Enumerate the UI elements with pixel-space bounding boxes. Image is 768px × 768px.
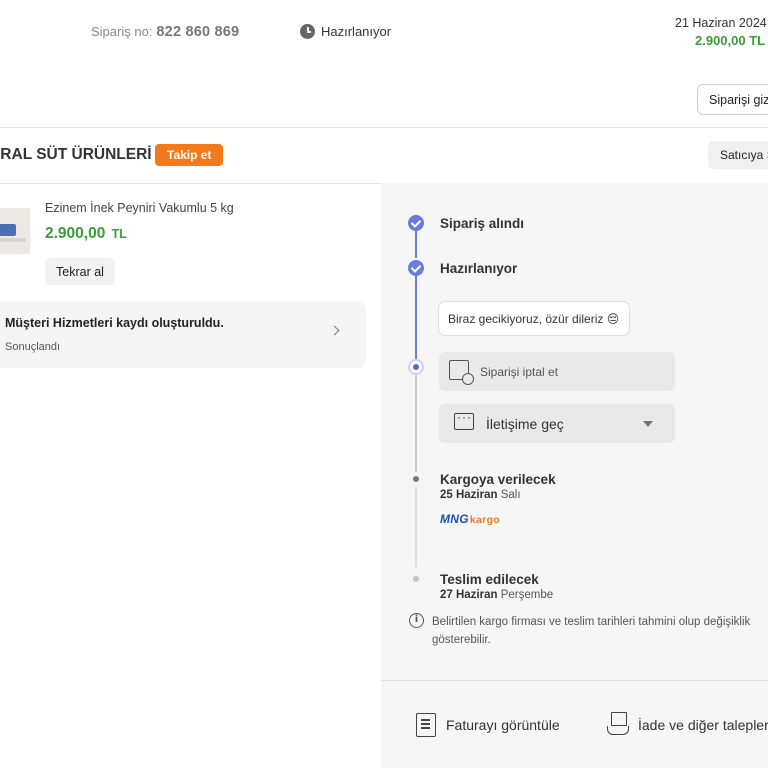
- customer-service-title: Müşteri Hizmetleri kaydı oluşturuldu.: [5, 316, 224, 330]
- step-current-icon: [408, 359, 424, 375]
- return-box-icon[interactable]: [607, 712, 629, 736]
- step-delivery: Teslim edilecek: [440, 572, 539, 587]
- product-image[interactable]: [0, 208, 30, 254]
- reorder-button[interactable]: Tekrar al: [45, 258, 115, 285]
- product-price-value: 2.900,00: [45, 225, 106, 242]
- divider: [381, 680, 768, 681]
- carrier-logo-main: MNG: [440, 512, 469, 526]
- product-price-currency: TL: [111, 227, 127, 241]
- chat-icon: [454, 410, 474, 430]
- carrier-logo-sub: kargo: [469, 514, 500, 526]
- clock-icon: [300, 24, 315, 39]
- contact-dropdown[interactable]: İletişime geç: [439, 404, 675, 443]
- order-number: Sipariş no: 822 860 869: [91, 24, 239, 40]
- package-cancel-icon: [449, 360, 474, 385]
- contact-label: İletişime geç: [486, 416, 564, 432]
- order-status: Hazırlanıyor: [300, 24, 391, 39]
- step-shipping: Kargoya verilecek: [440, 472, 556, 487]
- caret-down-icon: [643, 421, 653, 427]
- shipping-date: 25 Haziran Salı: [440, 489, 521, 501]
- shipping-day: Salı: [500, 489, 521, 501]
- order-number-value: 822 860 869: [156, 24, 240, 40]
- customer-service-card[interactable]: Müşteri Hizmetleri kaydı oluşturuldu. So…: [0, 301, 366, 368]
- step-preparing: Hazırlanıyor: [440, 261, 518, 276]
- chevron-right-icon: [329, 325, 340, 336]
- returns-link[interactable]: İade ve diğer talepler: [638, 717, 768, 733]
- ask-seller-button[interactable]: Satıcıya Sor: [708, 141, 768, 169]
- step-received: Sipariş alındı: [440, 216, 525, 231]
- follow-seller-button[interactable]: Takip et: [155, 144, 224, 166]
- delay-message: Biraz gecikiyoruz, özür dileriz 😔: [438, 301, 630, 336]
- delivery-date-value: 27 Haziran: [440, 589, 498, 601]
- step-done-icon: [408, 215, 424, 231]
- hide-order-button[interactable]: Siparişi gizle: [697, 84, 768, 115]
- estimate-note: Belirtilen kargo firması ve teslim tarih…: [432, 616, 751, 646]
- cancel-order-label: Siparişi iptal et: [480, 365, 559, 379]
- step-pending-icon: [413, 476, 419, 482]
- seller-name[interactable]: IRAL SÜT ÜRÜNLERİ: [0, 146, 152, 164]
- customer-service-status: Sonuçlandı: [5, 341, 61, 353]
- order-status-label: Hazırlanıyor: [321, 24, 392, 39]
- timeline-line: [415, 276, 417, 359]
- order-date: 21 Haziran 2024: [675, 16, 767, 30]
- document-icon[interactable]: [416, 713, 436, 737]
- step-done-icon: [408, 260, 424, 276]
- info-icon: i: [409, 613, 424, 628]
- shipping-date-value: 25 Haziran: [440, 489, 498, 501]
- order-number-label: Sipariş no:: [91, 24, 153, 39]
- step-pending-icon: [413, 576, 419, 582]
- delivery-day: Perşembe: [500, 589, 554, 601]
- delivery-date: 27 Haziran Perşembe: [440, 589, 553, 601]
- timeline-line: [415, 487, 417, 567]
- order-total: 2.900,00 TL: [695, 33, 766, 48]
- cancel-order-button[interactable]: Siparişi iptal et: [439, 352, 675, 391]
- view-invoice-link[interactable]: Faturayı görüntüle: [446, 717, 560, 733]
- timeline-line: [415, 374, 417, 472]
- carrier-logo: MNGkargo: [440, 512, 500, 526]
- product-name[interactable]: Ezinem İnek Peyniri Vakumlu 5 kg: [45, 201, 234, 215]
- timeline-line: [415, 231, 417, 258]
- product-price: 2.900,00 TL: [45, 225, 127, 243]
- divider: [0, 127, 768, 128]
